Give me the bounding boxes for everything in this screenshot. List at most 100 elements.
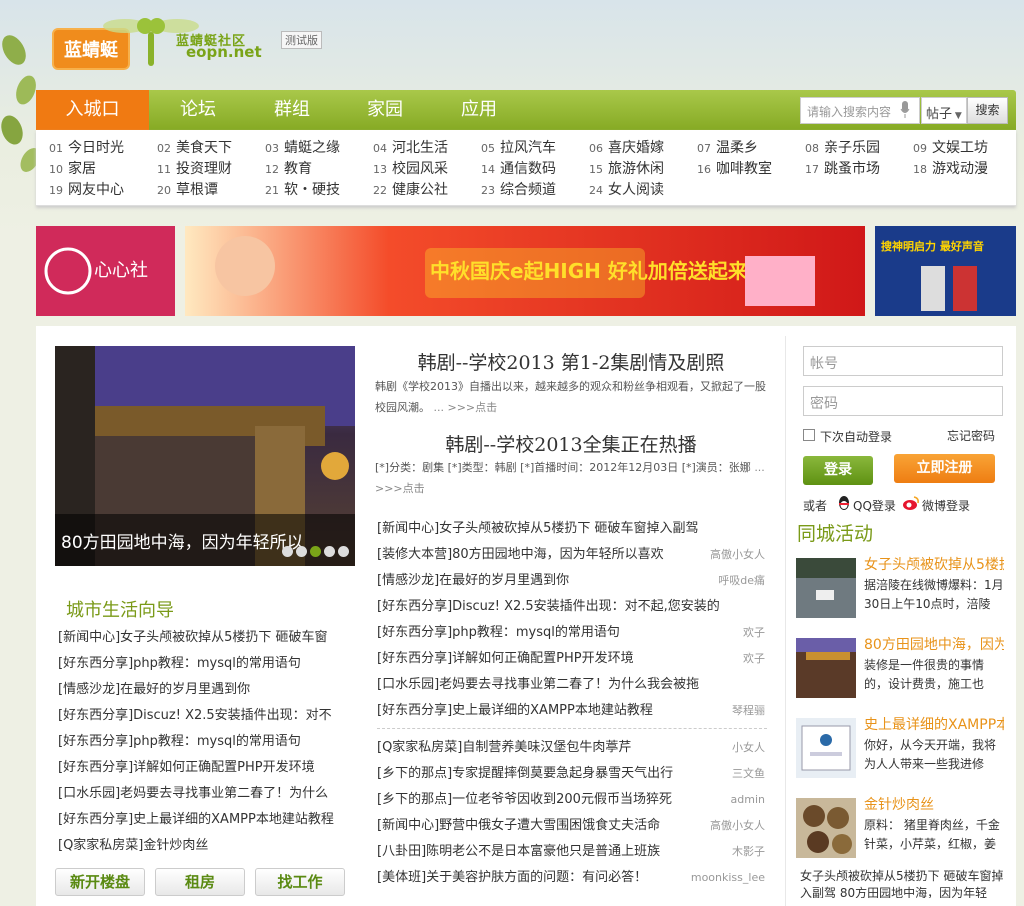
nav-tab-apps[interactable]: 应用 [461,90,497,130]
news-row: [Q家家私房菜]自制营养美味汉堡包牛肉葶芹 小女人 [377,735,767,761]
news-author[interactable]: 琴程骊 [732,698,765,724]
news-link[interactable]: [口水乐园]老妈要去寻找事业第二春了！为什么我会被拖 [377,677,699,692]
search-scope-select[interactable]: 帖子 ▼ [921,97,967,124]
news-link[interactable]: [好东西分享]Discuz! X2.5安装插件出现：对不起,您安装的 [377,599,720,614]
channel-link[interactable]: 03 蜻蜓之缘 [265,137,340,157]
news-author[interactable]: 木影子 [732,839,765,865]
list-item[interactable]: [新闻中心]女子头颅被砍掉从5楼扔下 砸破车窗 [58,625,350,651]
news-link[interactable]: [好东西分享]php教程：mysql的常用语句 [377,625,620,640]
news-link[interactable]: [好东西分享]详解如何正确配置PHP开发环境 [377,651,634,666]
channel-link[interactable]: 19 网友中心 [49,179,124,199]
news-author[interactable]: 小女人 [732,735,765,761]
nav-tab-home[interactable]: 家园 [367,90,403,130]
search-button[interactable]: 搜索 [967,97,1008,124]
channel-link[interactable]: 24 女人阅读 [589,179,664,199]
channel-link[interactable]: 23 综合频道 [481,179,556,199]
news-link[interactable]: [新闻中心]女子头颅被砍掉从5楼扔下 砸破车窗掉入副驾 [377,521,699,536]
channel-link[interactable]: 12 教育 [265,158,312,178]
list-item[interactable]: [好东西分享]史上最详细的XAMPP本地建站教程 [58,807,350,833]
news-link[interactable]: [新闻中心]野营中俄女子遭大雪围困饿食丈夫活命 [377,818,660,833]
remember-label[interactable]: 下次自动登录 [820,428,892,445]
news-link[interactable]: [好东西分享]史上最详细的XAMPP本地建站教程 [377,703,653,718]
channel-link[interactable]: 09 文娱工坊 [913,137,988,157]
news-author[interactable]: admin [731,787,765,813]
channel-link[interactable]: 01 今日时光 [49,137,124,157]
qq-icon[interactable] [836,495,852,511]
news-author[interactable]: 欢子 [743,620,765,646]
slide-dot[interactable] [296,546,307,557]
channel-link[interactable]: 22 健康公社 [373,179,448,199]
list-item[interactable]: [好东西分享]详解如何正确配置PHP开发环境 [58,755,350,781]
slide-dot-active[interactable] [310,546,321,557]
channel-link[interactable]: 18 游戏动漫 [913,158,988,178]
jobs-button[interactable]: 找工作 [255,868,345,896]
event-title[interactable]: 女子头颅被砍掉从5楼扔下 砸破车窗 [864,554,1004,574]
channel-link[interactable]: 10 家居 [49,158,96,178]
news-author[interactable]: 欢子 [743,646,765,672]
banner-center[interactable]: 中秋国庆e起HIGH 好礼加倍送起来 [185,226,865,316]
weibo-icon[interactable] [902,495,920,511]
featured-slideshow[interactable]: 80方田园地中海，因为年轻所以 [55,346,355,566]
weibo-login-link[interactable]: 微博登录 [922,497,970,514]
news-author[interactable]: moonkiss_lee [691,865,765,891]
nav-tab-groups[interactable]: 群组 [274,90,310,130]
news-link[interactable]: [八卦田]陈明老公不是日本富豪他只是普通上班族 [377,844,660,859]
register-button[interactable]: 立即注册 [894,454,995,483]
banner-left[interactable]: 心心社 [36,226,175,316]
news-author[interactable]: 高傲小女人 [710,813,765,839]
event-title[interactable]: 80方田园地中海，因为年轻所以喜欢 [864,634,1004,654]
channel-link[interactable]: 08 亲子乐园 [805,137,880,157]
news-link[interactable]: [乡下的那点]专家提醒摔倒莫要急起身暴雪天气出行 [377,766,673,781]
event-title[interactable]: 史上最详细的XAMPP本地建站教程 [864,714,1004,734]
headline-1-more-link[interactable]: ... >>>点击 [434,401,498,414]
news-author[interactable]: 高傲小女人 [710,542,765,568]
headline-1-title[interactable]: 韩剧--学校2013 第1-2集剧情及剧照 [376,348,766,375]
list-item[interactable]: [好东西分享]php教程：mysql的常用语句 [58,651,350,677]
list-item[interactable]: [口水乐园]老妈要去寻找事业第二春了！为什么 [58,781,350,807]
slide-dot[interactable] [324,546,335,557]
slide-dot[interactable] [338,546,349,557]
banner-right[interactable]: 搜神明启力 最好声音 [875,226,1016,316]
news-link[interactable]: [乡下的那点]一位老爷爷因收到200元假币当场猝死 [377,792,672,807]
news-author[interactable]: 三文鱼 [732,761,765,787]
channel-link[interactable]: 02 美食天下 [157,137,232,157]
nav-tab-entrance[interactable]: 入城口 [36,90,149,130]
username-field[interactable]: 帐号 [803,346,1003,376]
headline-2-title[interactable]: 韩剧--学校2013全集正在热播 [376,430,766,457]
news-link[interactable]: [Q家家私房菜]自制营养美味汉堡包牛肉葶芹 [377,740,631,755]
channel-link[interactable]: 17 跳蚤市场 [805,158,880,178]
event-title[interactable]: 金针炒肉丝 [864,794,1004,814]
list-item[interactable]: [情感沙龙]在最好的岁月里遇到你 [58,677,350,703]
channel-link[interactable]: 07 温柔乡 [697,137,758,157]
channel-link[interactable]: 13 校园风采 [373,158,448,178]
news-author[interactable]: 呼吸de痛 [718,568,765,594]
channel-link[interactable]: 06 喜庆婚嫁 [589,137,664,157]
events-footer-text[interactable]: 女子头颅被砍掉从5楼扔下 砸破车窗掉入副驾 80方田园地中海，因为年轻 [800,868,1010,898]
qq-login-link[interactable]: QQ登录 [853,497,896,514]
microphone-icon[interactable] [900,101,910,119]
forgot-password-link[interactable]: 忘记密码 [947,427,995,444]
channel-link[interactable]: 20 草根谭 [157,179,218,199]
channel-link[interactable]: 14 通信数码 [481,158,556,178]
channel-link[interactable]: 16 咖啡教室 [697,158,772,178]
list-item[interactable]: [好东西分享]Discuz! X2.5安装插件出现：对不 [58,703,350,729]
remember-checkbox[interactable] [803,429,815,441]
news-link[interactable]: [情感沙龙]在最好的岁月里遇到你 [377,573,569,588]
rent-button[interactable]: 租房 [155,868,245,896]
new-homes-button[interactable]: 新开楼盘 [55,868,145,896]
login-button[interactable]: 登录 [803,456,873,485]
channel-link[interactable]: 11 投资理财 [157,158,232,178]
news-link[interactable]: [装修大本营]80方田园地中海，因为年轻所以喜欢 [377,547,664,562]
channel-link[interactable]: 21 软・硬技 [265,179,340,199]
nav-tab-forum[interactable]: 论坛 [180,90,216,130]
password-field[interactable]: 密码 [803,386,1003,416]
channel-link[interactable]: 05 拉风汽车 [481,137,556,157]
slide-dot[interactable] [282,546,293,557]
list-item[interactable]: [好东西分享]php教程：mysql的常用语句 [58,729,350,755]
channel-link[interactable]: 04 河北生活 [373,137,448,157]
list-item[interactable]: [Q家家私房菜]金针炒肉丝 [58,833,350,859]
news-link[interactable]: [美体班]关于美容护肤方面的问题：有问必答！ [377,870,647,885]
channel-label: 女人阅读 [608,182,664,198]
chevron-down-icon: ▼ [952,111,962,121]
channel-link[interactable]: 15 旅游休闲 [589,158,664,178]
